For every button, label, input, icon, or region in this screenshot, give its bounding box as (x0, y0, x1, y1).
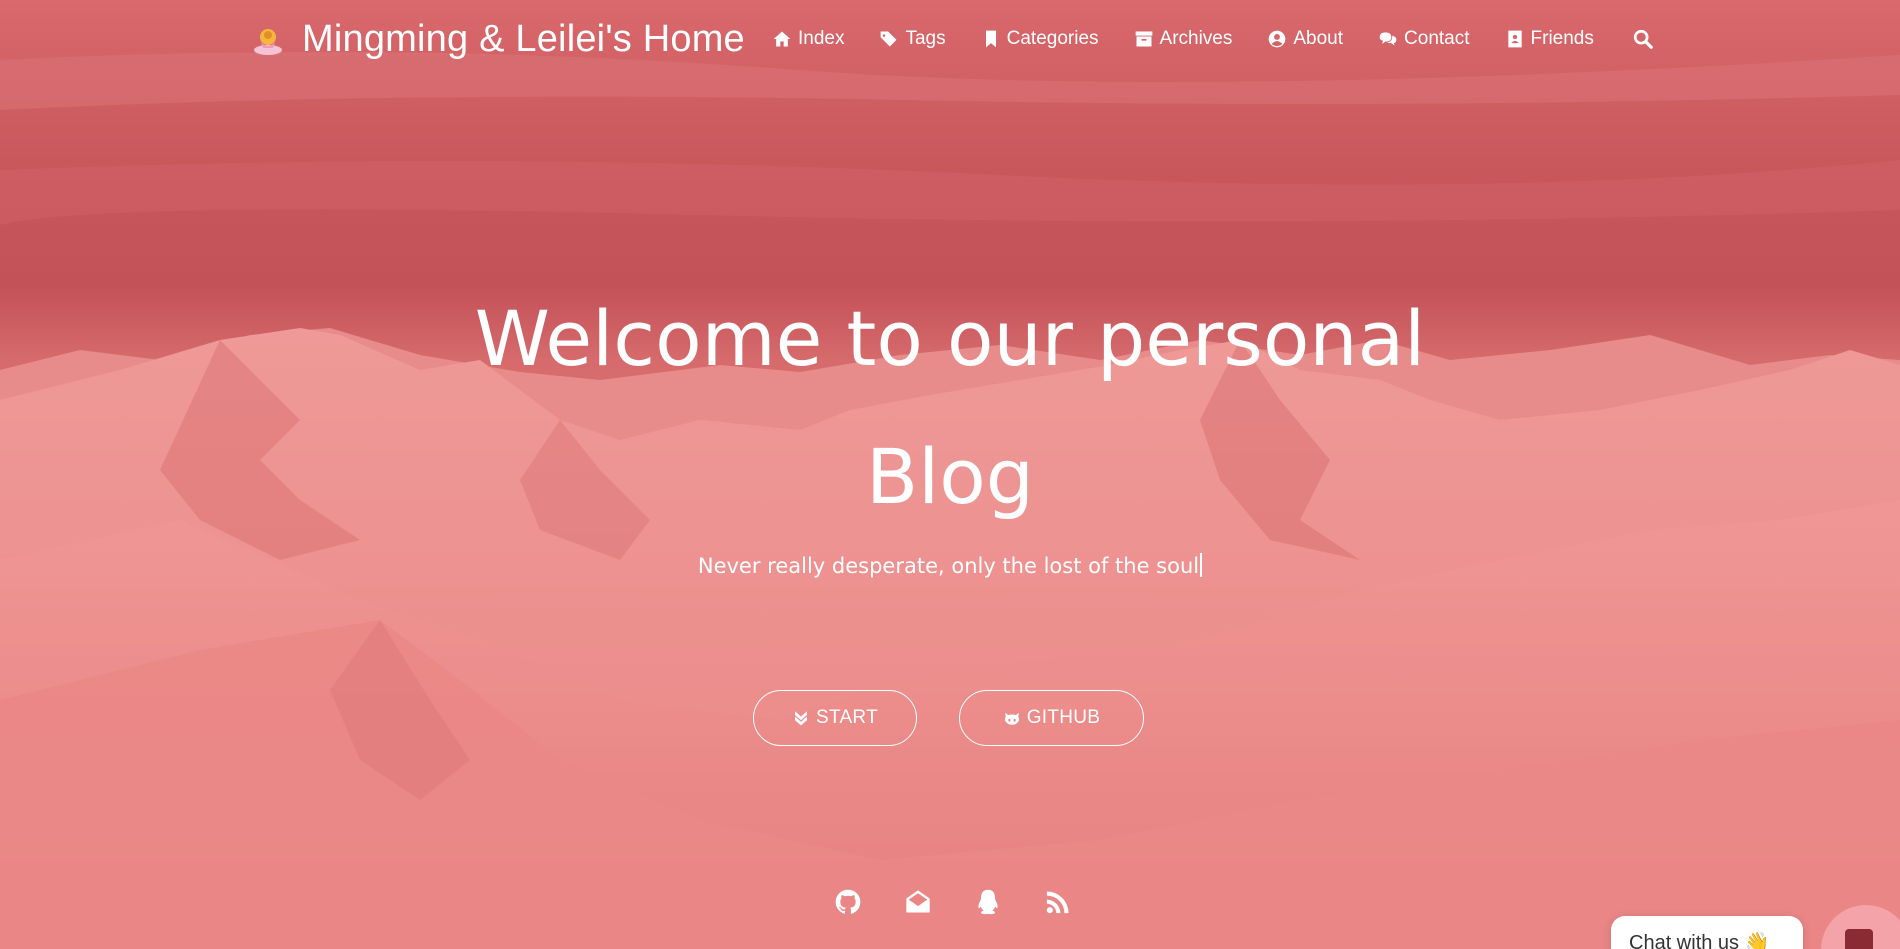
headline-line-2: Blog (866, 432, 1034, 521)
nav-item-label: Categories (1006, 28, 1099, 49)
subtitle-text: Never really desperate, only the lost of… (697, 554, 1200, 578)
comments-icon (1379, 32, 1397, 46)
start-button[interactable]: START (753, 690, 917, 746)
github-alt-icon (1004, 712, 1019, 725)
qq-icon[interactable] (974, 888, 1002, 916)
nav-item-label: Archives (1159, 28, 1233, 49)
home-icon (773, 31, 791, 47)
nav-item-archives[interactable]: Archives (1134, 28, 1233, 50)
hero-subtitle: Never really desperate, only the lost of… (0, 553, 1900, 578)
chat-icon (1845, 929, 1873, 949)
navbar: Mingming & Leilei's Home Index Tags Cate… (0, 0, 1900, 84)
github-icon[interactable] (834, 888, 862, 916)
nav-item-label: Tags (905, 28, 946, 49)
double-chevron-down-icon (794, 711, 807, 726)
nav-item-label: Friends (1530, 28, 1594, 49)
address-book-icon (1507, 30, 1522, 48)
brand-link[interactable]: Mingming & Leilei's Home (248, 18, 745, 61)
site-title: Mingming & Leilei's Home (302, 18, 745, 60)
hero-headline: Welcome to our personal Blog (0, 270, 1900, 546)
chat-label: Chat with us 👋 (1629, 932, 1770, 949)
archive-icon (1135, 31, 1152, 47)
github-label: GITHUB (1026, 707, 1101, 728)
nav-item-label: About (1293, 28, 1344, 49)
typing-caret (1200, 553, 1203, 577)
nav-item-categories[interactable]: Categories (981, 28, 1099, 50)
nav-item-label: Index (798, 28, 845, 49)
search-button[interactable] (1632, 28, 1654, 50)
nav-item-label: Contact (1404, 28, 1470, 49)
github-button[interactable]: GITHUB (959, 690, 1144, 746)
nav-item-about[interactable]: About (1267, 28, 1343, 50)
main-nav: Index Tags Categories Archives About Con… (772, 28, 1654, 50)
nav-item-contact[interactable]: Contact (1378, 28, 1470, 50)
logo-icon (248, 20, 288, 60)
chat-widget-label[interactable]: Chat with us 👋 (1611, 916, 1803, 949)
envelope-icon[interactable] (904, 888, 932, 916)
bookmark-icon (985, 30, 996, 48)
search-icon (1633, 29, 1653, 49)
social-links (834, 888, 1072, 916)
headline-line-1: Welcome to our personal (474, 294, 1426, 383)
nav-item-tags[interactable]: Tags (879, 28, 946, 50)
start-label: START (815, 707, 879, 728)
tags-icon (881, 31, 897, 47)
user-circle-icon (1269, 30, 1286, 48)
nav-item-friends[interactable]: Friends (1505, 28, 1594, 50)
rss-icon[interactable] (1044, 888, 1072, 916)
nav-item-index[interactable]: Index (772, 28, 844, 50)
